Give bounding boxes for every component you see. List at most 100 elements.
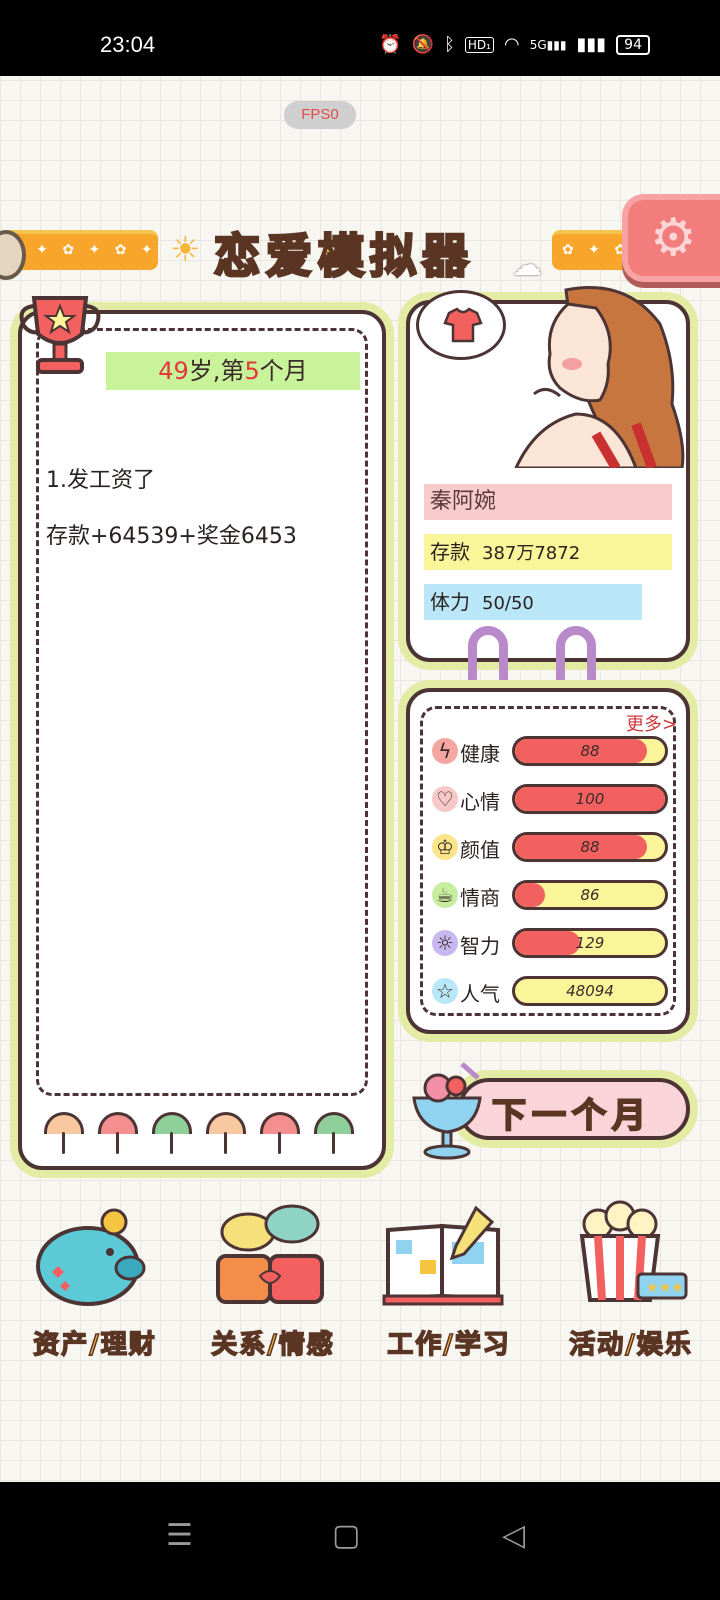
stat-value: 48094 <box>566 982 614 1000</box>
sun-icon: ☀ <box>170 230 201 270</box>
month-suffix: 个月 <box>259 357 308 385</box>
dashed-frame <box>36 328 368 1096</box>
menu-label: 活动/娱乐 <box>569 1329 693 1361</box>
umbrella-icon <box>260 1108 300 1158</box>
teacup-icon: ☕ <box>432 882 458 908</box>
svg-text:★★★: ★★★ <box>646 1280 684 1296</box>
next-month-label: 下一个月 <box>491 1095 652 1137</box>
crown-icon: ♔ <box>432 834 458 860</box>
menu-activity-entertainment[interactable]: ★★★ 活动/娱乐 <box>546 1200 716 1380</box>
open-book-icon <box>382 1205 504 1306</box>
menu-label: 工作/学习 <box>387 1329 511 1361</box>
stat-value: 88 <box>580 742 600 760</box>
piggy-bank-icon <box>36 1208 146 1306</box>
signal-icon: ▮▮▮ <box>576 34 607 55</box>
bluetooth-icon: ᛒ <box>444 34 455 55</box>
title-banner: ✿ ✦ ✿ ✦ ✿ ✦ ✿ ✿ ✦ ✿ ☀ 恋爱模拟器 ☁ <box>0 216 720 286</box>
character-savings: 存款 387万7872 <box>424 534 672 570</box>
umbrella-icon <box>44 1108 84 1158</box>
status-icons: ⏰ 🔕 ᛒ HD₁ ◠ 5G▮▮▮ ▮▮▮ 94 <box>379 34 650 55</box>
network-type: 5G <box>529 37 547 52</box>
menu-label: 关系/情感 <box>211 1329 335 1361</box>
stat-value: 86 <box>580 886 600 904</box>
lightbulb-icon: ☼ <box>432 930 458 956</box>
stamina-value: 50/50 <box>482 593 534 614</box>
mute-icon: 🔕 <box>411 34 435 55</box>
popcorn-icon: ★★★ <box>579 1200 688 1302</box>
star-icon: ☆ <box>432 978 458 1004</box>
lightning-icon: ϟ <box>432 738 458 764</box>
age-number: 49 <box>158 357 189 385</box>
menu-work-study[interactable]: 工作/学习 <box>364 1200 534 1380</box>
stamina-label: 体力 <box>430 590 470 614</box>
wifi-icon: ◠ <box>503 34 520 55</box>
recent-apps-icon[interactable]: ☰ <box>166 1518 193 1553</box>
umbrella-icon <box>152 1108 192 1158</box>
stat-bar: 48094 <box>512 976 668 1006</box>
stat-row: ☆ 人气 48094 <box>432 974 682 1010</box>
next-month-button[interactable]: 下一个月 <box>458 1078 690 1140</box>
parfait-icon <box>412 1062 482 1160</box>
character-portrait[interactable] <box>476 284 688 468</box>
umbrella-icon <box>314 1108 354 1158</box>
age-month-header: 49岁,第5个月 <box>106 352 360 390</box>
more-stats-link[interactable]: 更多> <box>626 710 677 736</box>
stat-row: ☕ 情商 86 <box>432 878 682 914</box>
stat-row: ♔ 颜值 88 <box>432 830 682 866</box>
stat-bar: 88 <box>512 736 668 766</box>
cloud-icon: ☁ <box>512 248 542 283</box>
stat-bar: 129 <box>512 928 668 958</box>
event-line: 1.发工资了 <box>46 468 155 493</box>
battery-indicator: 94 <box>616 34 650 55</box>
stat-bar: 86 <box>512 880 668 910</box>
hd-icon: HD₁ <box>464 36 494 53</box>
stat-label: 情商 <box>460 886 500 910</box>
alarm-icon: ⏰ <box>379 34 402 55</box>
character-stamina: 体力 50/50 <box>424 584 642 620</box>
app-title: 恋爱模拟器 <box>213 228 474 285</box>
home-icon[interactable]: ▢ <box>332 1518 360 1553</box>
savings-value: 387万7872 <box>482 543 581 564</box>
umbrella-icon <box>98 1108 138 1158</box>
savings-label: 存款 <box>430 540 470 564</box>
flower-pattern: ✿ ✦ ✿ <box>562 242 632 258</box>
menu-relationship-emotion[interactable]: 关系/情感 <box>188 1200 358 1380</box>
event-log-panel <box>18 310 386 1170</box>
stat-label: 颜值 <box>460 838 500 862</box>
heart-icon: ♡ <box>432 786 458 812</box>
month-number: 5 <box>244 357 260 385</box>
stat-label: 人气 <box>460 982 500 1006</box>
umbrella-icon <box>206 1108 246 1158</box>
age-suffix: 岁,第 <box>188 357 245 385</box>
back-icon[interactable]: ◁ <box>502 1518 525 1553</box>
gear-icon: ⚙ <box>650 208 697 268</box>
trophy-icon <box>19 296 101 374</box>
system-nav-bar: ☰ ▢ ◁ <box>0 1482 720 1600</box>
stat-row: ϟ 健康 88 <box>432 734 682 770</box>
stat-bar: 100 <box>512 784 668 814</box>
couple-mugs-icon <box>216 1204 324 1304</box>
settings-button[interactable]: ⚙ <box>622 194 720 282</box>
stat-value: 88 <box>580 838 600 856</box>
stat-value: 100 <box>575 790 605 808</box>
5g-signal-icon: 5G▮▮▮ <box>529 37 567 52</box>
status-bar: 23:04 ⏰ 🔕 ᛒ HD₁ ◠ 5G▮▮▮ ▮▮▮ 94 <box>0 0 720 76</box>
stat-label: 智力 <box>460 934 500 958</box>
character-name: 秦阿婉 <box>424 484 672 520</box>
fps-badge: FPS0 <box>284 101 356 129</box>
menu-label: 资产/理财 <box>33 1329 157 1361</box>
stat-row: ♡ 心情 100 <box>432 782 682 818</box>
stat-bar: 88 <box>512 832 668 862</box>
flower-strip-right: ✿ ✦ ✿ <box>552 230 632 270</box>
outfit-bubble[interactable] <box>416 290 506 360</box>
status-time: 23:04 <box>100 32 156 57</box>
stat-label: 心情 <box>460 790 500 814</box>
stat-value: 129 <box>575 934 605 952</box>
stat-label: 健康 <box>460 742 500 766</box>
umbrella-decoration <box>44 1108 354 1158</box>
event-line: 存款+64539+奖金6453 <box>46 524 297 549</box>
bottom-menu: 资产/理财 关系/情感 工作/学习 ★★★ 活动/娱乐 <box>0 1200 720 1380</box>
stat-row: ☼ 智力 129 <box>432 926 682 962</box>
shirt-icon <box>443 307 483 343</box>
menu-assets-finance[interactable]: 资产/理财 <box>10 1200 180 1380</box>
